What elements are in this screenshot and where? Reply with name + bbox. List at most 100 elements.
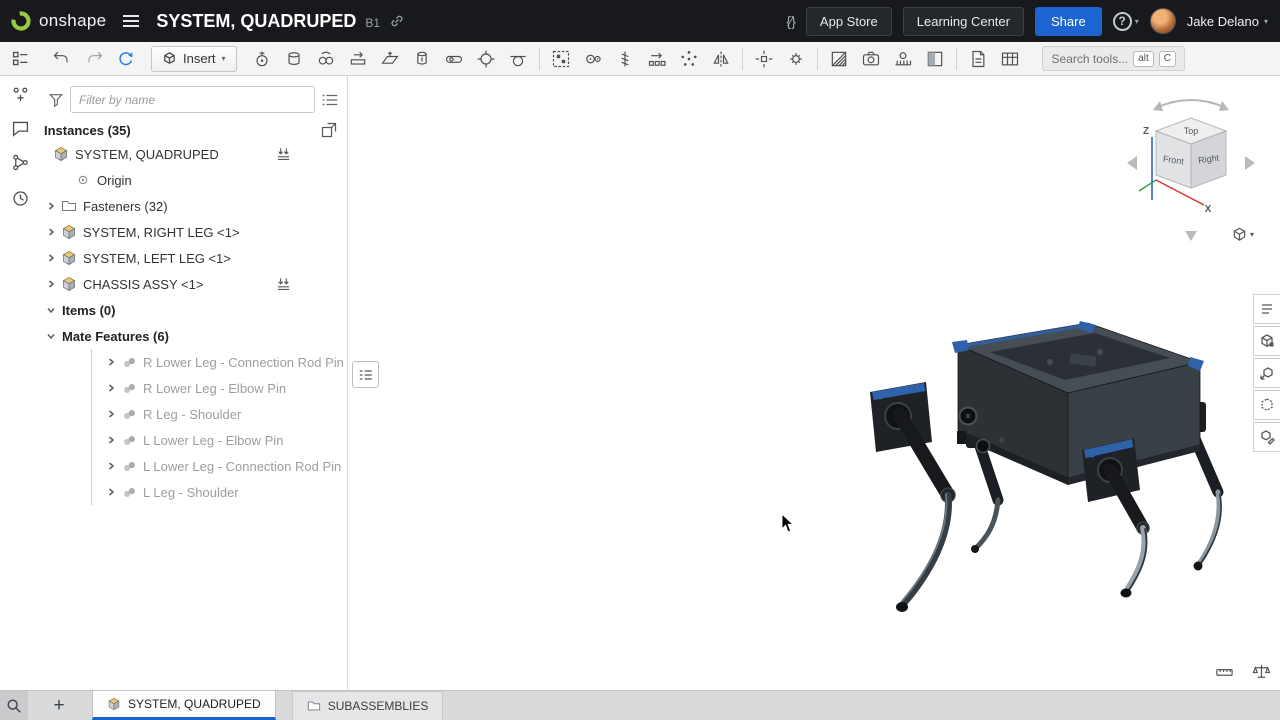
user-avatar[interactable]	[1150, 8, 1176, 34]
document-outline-button[interactable]	[7, 45, 33, 71]
view-modes-button[interactable]: ▾	[1225, 223, 1261, 245]
user-menu[interactable]: Jake Delano ▾	[1187, 14, 1268, 29]
bom-panel-button[interactable]	[1253, 294, 1280, 324]
measure-button[interactable]	[1213, 660, 1235, 682]
tree-row-mate[interactable]: L Leg - Shoulder	[92, 479, 347, 505]
mate-features-list: R Lower Leg - Connection Rod Pin R Lower…	[91, 349, 347, 505]
circular-pattern-button[interactable]	[673, 45, 705, 73]
chevron-right-icon[interactable]	[104, 355, 118, 369]
chevron-right-icon[interactable]	[44, 199, 58, 213]
fastened-mate-button[interactable]	[278, 45, 310, 73]
named-views-panel-button[interactable]	[1253, 390, 1280, 420]
insert-button[interactable]: Insert ▾	[151, 46, 237, 72]
chevron-right-icon[interactable]	[44, 277, 58, 291]
graphics-viewport[interactable]: Top Front Right Z X ▾	[349, 77, 1280, 690]
featurescript-icon[interactable]: {∕}	[786, 13, 795, 29]
tree-row-root-assembly[interactable]: SYSTEM, QUADRUPED	[40, 141, 347, 167]
tab-system-quadruped[interactable]: SYSTEM, QUADRUPED	[92, 691, 276, 720]
quadruped-robot-model[interactable]	[840, 300, 1240, 630]
chevron-right-icon[interactable]	[44, 225, 58, 239]
filter-input[interactable]	[70, 86, 315, 113]
tree-row-mate[interactable]: R Leg - Shoulder	[92, 401, 347, 427]
tree-row-mate[interactable]: L Lower Leg - Connection Rod Pin	[92, 453, 347, 479]
share-button[interactable]: Share	[1035, 7, 1102, 36]
appearance-panel-button[interactable]	[1253, 326, 1280, 356]
follow-mode-button[interactable]	[7, 81, 33, 107]
version-label[interactable]: B1	[365, 16, 380, 30]
search-tabs-button[interactable]	[0, 691, 28, 720]
tangent-mate-icon	[508, 49, 528, 69]
slider-mate-button[interactable]	[342, 45, 374, 73]
chevron-right-icon[interactable]	[44, 251, 58, 265]
linear-pattern-button[interactable]	[641, 45, 673, 73]
tree-row-left-leg[interactable]: SYSTEM, LEFT LEG <1>	[40, 245, 347, 271]
rack-and-pinion-button[interactable]	[887, 45, 919, 73]
new-tab-button[interactable]: +	[44, 691, 74, 720]
mate-features-header: Mate Features (6)	[62, 329, 169, 344]
chevron-right-icon[interactable]	[104, 381, 118, 395]
chevron-down-icon: ▾	[1264, 17, 1268, 26]
list-view-options-icon[interactable]	[321, 91, 339, 109]
chevron-right-icon[interactable]	[104, 459, 118, 473]
help-menu[interactable]: ? ▾	[1113, 12, 1139, 31]
tree-row-mate[interactable]: R Lower Leg - Connection Rod Pin	[92, 349, 347, 375]
tangent-mate-button[interactable]	[502, 45, 534, 73]
exploded-view-button[interactable]	[748, 45, 780, 73]
update-sync-button[interactable]	[110, 45, 142, 73]
tree-row-origin[interactable]: Origin	[40, 167, 347, 193]
app-store-button[interactable]: App Store	[806, 7, 892, 36]
tree-row-chassis[interactable]: CHASSIS ASSY <1>	[40, 271, 347, 297]
mirror-button[interactable]	[705, 45, 737, 73]
create-drawing-button[interactable]	[962, 45, 994, 73]
tree-row-mate[interactable]: R Lower Leg - Elbow Pin	[92, 375, 347, 401]
onshape-app: onshape SYSTEM, QUADRUPED B1 {∕} App Sto…	[0, 0, 1280, 720]
revolute-mate-button[interactable]	[310, 45, 342, 73]
brand-name: onshape	[39, 11, 106, 31]
tree-row-items-header[interactable]: Items (0)	[40, 297, 347, 323]
tree-row-fasteners[interactable]: Fasteners (32)	[40, 193, 347, 219]
update-linked-icon[interactable]	[276, 147, 291, 162]
insert-instance-icon[interactable]	[321, 122, 337, 138]
collapse-panel-button[interactable]	[352, 361, 379, 388]
exploded-view-icon	[754, 49, 774, 69]
main-menu-icon[interactable]	[122, 13, 140, 29]
group-button[interactable]	[545, 45, 577, 73]
share-link-icon[interactable]	[389, 13, 405, 29]
tree-row-right-leg[interactable]: SYSTEM, RIGHT LEG <1>	[40, 219, 347, 245]
named-positions-button[interactable]	[780, 45, 812, 73]
search-tools[interactable]: Search tools... alt C	[1042, 46, 1185, 71]
snapshot-button[interactable]	[855, 45, 887, 73]
tree-row-mate[interactable]: L Lower Leg - Elbow Pin	[92, 427, 347, 453]
chevron-right-icon[interactable]	[104, 407, 118, 421]
chevron-down-icon[interactable]	[44, 329, 58, 343]
view-cube[interactable]: Top Front Right Z X	[1119, 85, 1279, 245]
mate-relation-button[interactable]	[577, 45, 609, 73]
display-states-button[interactable]	[919, 45, 951, 73]
update-linked-icon[interactable]	[276, 277, 291, 292]
ball-mate-button[interactable]	[470, 45, 502, 73]
tree-row-mate-features-header[interactable]: Mate Features (6)	[40, 323, 347, 349]
pin-slot-mate-button[interactable]	[438, 45, 470, 73]
mate-connector-button[interactable]	[246, 45, 278, 73]
y-axis-line	[1139, 180, 1156, 191]
chevron-down-icon[interactable]	[44, 303, 58, 317]
comments-button[interactable]	[7, 115, 33, 141]
filter-icon[interactable]	[48, 92, 64, 108]
configuration-panel-button[interactable]	[1253, 422, 1280, 452]
section-view-button[interactable]	[823, 45, 855, 73]
onshape-logo[interactable]: onshape	[10, 10, 106, 32]
display-states-panel-button[interactable]	[1253, 358, 1280, 388]
chevron-right-icon[interactable]	[104, 485, 118, 499]
undo-button[interactable]	[46, 45, 78, 73]
screw-relation-button[interactable]	[609, 45, 641, 73]
planar-mate-button[interactable]	[374, 45, 406, 73]
cylindrical-mate-button[interactable]	[406, 45, 438, 73]
history-button[interactable]	[7, 185, 33, 211]
learning-center-button[interactable]: Learning Center	[903, 7, 1024, 36]
chevron-right-icon[interactable]	[104, 433, 118, 447]
versions-button[interactable]	[7, 149, 33, 175]
bom-table-button[interactable]	[994, 45, 1026, 73]
mass-properties-button[interactable]	[1250, 660, 1272, 682]
redo-button[interactable]	[78, 45, 110, 73]
tab-subassemblies[interactable]: SUBASSEMBLIES	[292, 691, 444, 720]
